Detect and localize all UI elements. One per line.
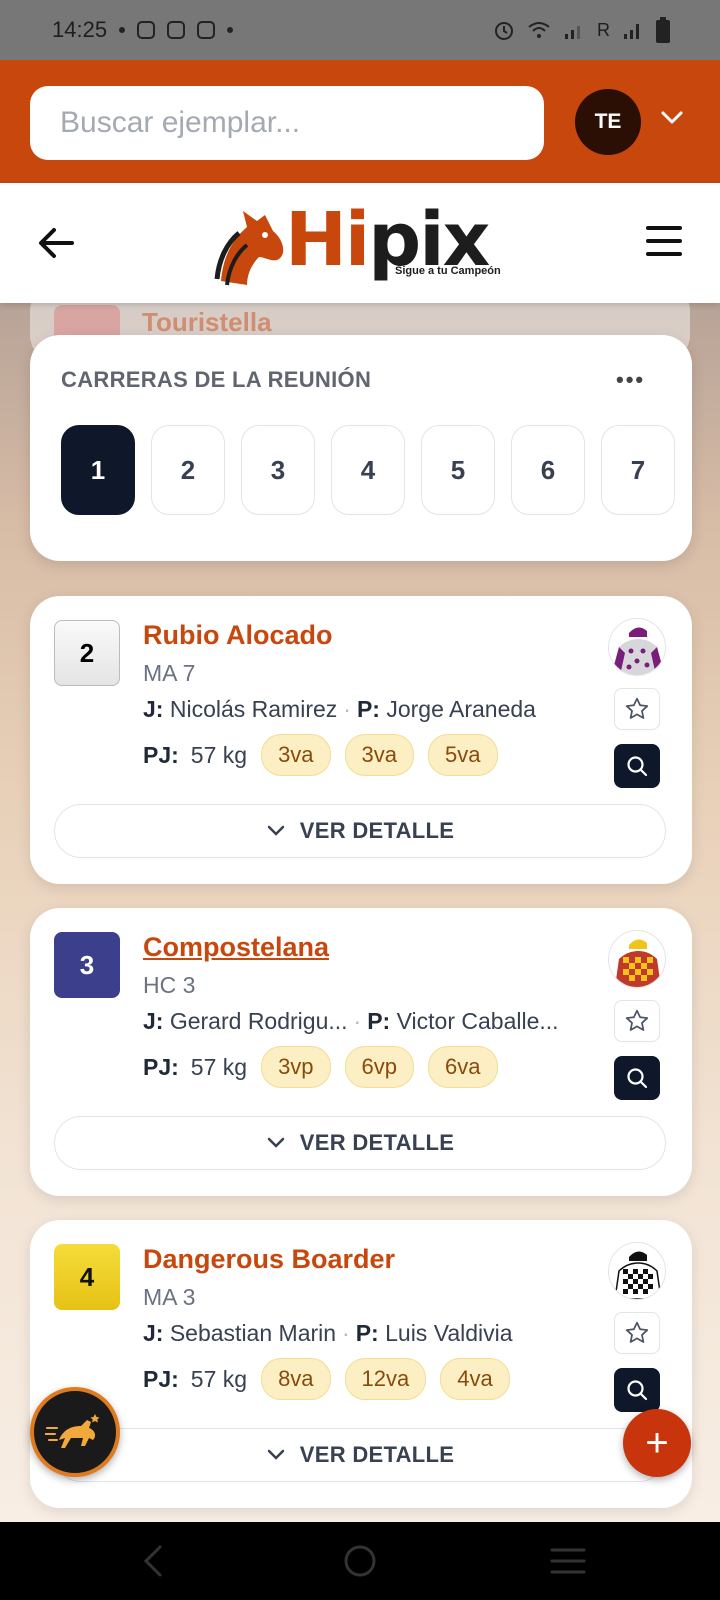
star-icon [625,697,649,719]
avatar-initials: TE [594,110,622,133]
hipix-logo[interactable]: Hipix Sigue a tu Campeón [213,197,513,291]
system-recents-icon[interactable] [550,1546,586,1576]
jockey-silks-icon [608,930,666,988]
jockey-name: Gerard Rodrigu... [169,1008,348,1034]
result-pill: 5va [428,734,498,776]
trainer-name: Luis Valdivia [385,1320,513,1346]
race-button-1[interactable]: 1 [61,425,135,515]
weight-results-line: PJ: 57 kg 3vp 6vp 6va [143,1046,498,1088]
trainer-name: Jorge Araneda [386,696,536,722]
system-navigation-bar [0,1522,720,1600]
system-home-icon[interactable] [343,1544,377,1578]
instagram-notification-icon [137,21,156,39]
more-options-button[interactable]: ••• [616,367,645,393]
races-title: CARRERAS DE LA REUNIÓN [61,367,372,392]
favorite-button[interactable] [614,688,660,730]
search-icon [627,1380,648,1401]
horse-class: MA 7 [143,660,196,686]
race-button-7[interactable]: 7 [601,425,675,515]
racing-horse-icon [45,1414,100,1448]
weight-value: 57 kg [190,741,248,768]
result-pill: 6va [428,1046,498,1088]
search-icon [627,1068,648,1089]
battery-icon [656,17,670,43]
favorite-button[interactable] [614,1000,660,1042]
horse-head-logo-icon [214,211,284,286]
result-pill: 8va [261,1358,331,1400]
chevron-down-icon [267,1137,285,1148]
search-input[interactable] [30,86,544,160]
status-time: 14:25 [52,17,108,42]
search-horse-button[interactable] [614,1056,660,1100]
result-pill: 4va [440,1358,510,1400]
view-detail-button[interactable]: VER DETALLE [54,1116,666,1170]
jockey-trainer-line: J: Nicolás Ramirez · P: Jorge Araneda [143,696,536,722]
result-pill: 3va [261,734,331,776]
horse-class: HC 3 [143,972,196,998]
weight-results-line: PJ: 57 kg 3va 3va 5va [143,734,498,776]
star-icon [625,1321,649,1343]
wifi-icon [528,22,550,38]
horse-card: 2 Rubio Alocado MA 7 J: Nicolás Ramirez ·… [30,596,692,884]
search-horse-button[interactable] [614,1368,660,1412]
race-button-4[interactable]: 4 [331,425,405,515]
view-detail-button[interactable]: VER DETALLE [54,1428,666,1482]
races-card: CARRERAS DE LA REUNIÓN ••• 1 2 3 4 5 6 7 [30,335,692,561]
nav-bar: Hipix Sigue a tu Campeón [0,183,720,303]
jockey-silks-icon [608,618,666,676]
status-bar: 14:25 R [0,0,720,60]
result-pill: 12va [344,1358,427,1400]
result-pill: 6vp [344,1046,415,1088]
alarm-icon [495,22,513,40]
horse-number-badge: 2 [54,620,120,686]
add-button[interactable]: + [623,1409,691,1477]
jockey-name: Nicolás Ramirez [169,696,338,722]
more-notifications-icon [227,27,234,33]
result-pill: 3vp [261,1046,331,1088]
jockey-name: Sebastian Marin [169,1320,337,1346]
back-arrow-icon[interactable] [36,223,76,263]
jockey-trainer-line: J: Sebastian Marin · P: Luis Valdivia [143,1320,513,1346]
horse-name-link[interactable]: Dangerous Boarder [143,1244,395,1275]
horse-card: 3 Compostelana HC 3 J: Gerard Rodrigu...… [30,908,692,1196]
chevron-down-icon [267,825,285,836]
jockey-silks-icon [608,1242,666,1300]
horse-name-link[interactable]: Compostelana [143,932,329,963]
result-pill: 3va [344,734,415,776]
horse-class: MA 3 [143,1284,196,1310]
favorite-button[interactable] [614,1312,660,1354]
weight-value: 57 kg [190,1365,248,1392]
race-button-2[interactable]: 2 [151,425,225,515]
race-button-3[interactable]: 3 [241,425,315,515]
signal-icon [565,26,580,39]
star-icon [625,1009,649,1031]
signal-icon [624,24,639,39]
horse-card: 4 Dangerous Boarder MA 3 J: Sebastian Ma… [30,1220,692,1508]
carrier-label: R [597,19,610,40]
user-avatar[interactable]: TE [575,89,641,155]
view-detail-button[interactable]: VER DETALLE [54,804,666,858]
chevron-down-icon [267,1449,285,1460]
search-horse-button[interactable] [614,744,660,788]
logo-tagline: Sigue a tu Campeón [395,265,501,277]
race-button-5[interactable]: 5 [421,425,495,515]
instagram-notification-icon [197,21,216,39]
weight-results-line: PJ: 57 kg 8va 12va 4va [143,1358,510,1400]
chat-notification-icon [119,27,126,33]
horse-name-link[interactable]: Rubio Alocado [143,620,333,651]
hamburger-menu-icon[interactable] [646,223,682,259]
instagram-notification-icon [167,21,186,39]
trainer-name: Victor Caballe... [396,1008,559,1034]
search-icon [627,756,648,777]
racing-assistant-button[interactable] [30,1387,120,1477]
jockey-trainer-line: J: Gerard Rodrigu... · P: Victor Caballe..… [143,1008,559,1034]
search-header: TE [0,60,720,183]
partial-horse-name: Touristella [142,307,272,337]
horse-number-badge: 3 [54,932,120,998]
horse-number-badge: 4 [54,1244,120,1310]
weight-value: 57 kg [190,1053,248,1080]
chevron-down-icon[interactable] [660,110,684,126]
race-button-6[interactable]: 6 [511,425,585,515]
system-back-icon[interactable] [140,1544,164,1578]
